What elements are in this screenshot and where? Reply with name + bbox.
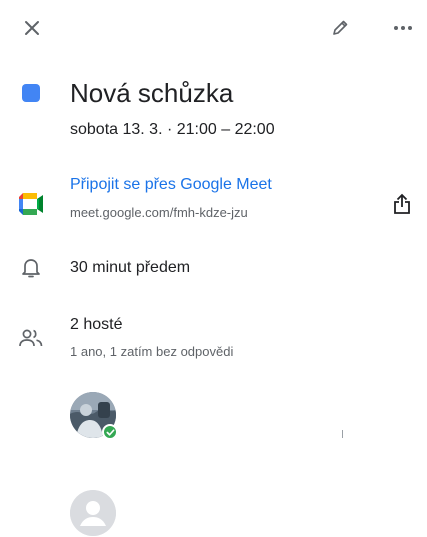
more-horizontal-icon — [394, 26, 412, 30]
event-color-swatch — [22, 84, 40, 102]
edit-button[interactable] — [324, 12, 356, 44]
people-icon — [18, 327, 44, 354]
close-icon — [25, 21, 39, 35]
guest-row-2[interactable] — [70, 490, 370, 537]
event-datetime: sobota 13. 3. · 21:00 – 22:00 — [70, 121, 275, 138]
more-options-button[interactable] — [387, 12, 419, 44]
reminder-label[interactable]: 30 minut předem — [70, 259, 190, 277]
accepted-check-icon — [102, 424, 118, 440]
guest-row-1[interactable] — [70, 392, 370, 444]
event-title: Nová schůzka — [70, 78, 234, 108]
meet-url: meet.google.com/fmh-kdze-jzu — [70, 205, 248, 220]
row-divider-mark — [342, 430, 343, 438]
google-meet-icon — [19, 193, 47, 220]
share-icon — [394, 193, 410, 214]
close-button[interactable] — [16, 12, 48, 44]
bell-icon — [21, 257, 41, 284]
guest-avatar-default — [70, 490, 116, 536]
pencil-icon — [333, 20, 348, 35]
share-button[interactable] — [386, 188, 418, 220]
guests-rsvp-summary: 1 ano, 1 zatím bez odpovědi — [70, 344, 234, 359]
join-meet-link[interactable]: Připojit se přes Google Meet — [70, 176, 272, 194]
guests-count: 2 hosté — [70, 316, 123, 333]
